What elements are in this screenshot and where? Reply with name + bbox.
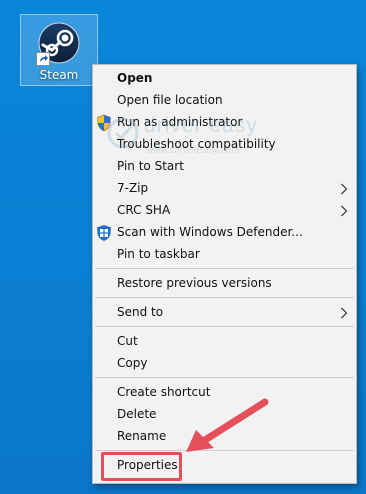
- menu-separator: [95, 377, 354, 378]
- menu-item-pin-to-taskbar[interactable]: Pin to taskbar: [93, 244, 356, 266]
- menu-item-label: Open: [117, 71, 153, 85]
- menu-item-label: 7-Zip: [117, 181, 149, 195]
- menu-item-label: Pin to taskbar: [117, 247, 200, 261]
- properties-highlight-box: [101, 452, 182, 481]
- menu-item-7-zip[interactable]: 7-Zip: [93, 178, 356, 200]
- driver-easy-logo-icon: [107, 117, 139, 149]
- menu-separator: [95, 450, 354, 451]
- menu-item-send-to[interactable]: Send to: [93, 302, 356, 324]
- steam-desktop-icon[interactable]: Steam: [20, 14, 98, 86]
- menu-item-rename[interactable]: Rename: [93, 426, 356, 448]
- menu-item-label: Create shortcut: [117, 385, 211, 399]
- menu-separator: [95, 268, 354, 269]
- menu-item-label: Delete: [117, 407, 157, 421]
- menu-item-copy[interactable]: Copy: [93, 353, 356, 375]
- menu-item-label: Copy: [117, 356, 148, 370]
- menu-item-label: Cut: [117, 334, 138, 348]
- menu-item-open[interactable]: Open: [93, 68, 356, 90]
- menu-separator: [95, 326, 354, 327]
- menu-item-open-file-location[interactable]: Open file location: [93, 90, 356, 112]
- watermark-text: driver easy: [144, 114, 258, 137]
- menu-separator: [95, 297, 354, 298]
- menu-item-cut[interactable]: Cut: [93, 331, 356, 353]
- desktop-icon-label: Steam: [39, 68, 79, 82]
- menu-item-crc-sha[interactable]: CRC SHA: [93, 200, 356, 222]
- menu-item-label: Restore previous versions: [117, 276, 272, 290]
- menu-item-create-shortcut[interactable]: Create shortcut: [93, 382, 356, 404]
- watermark-url: www.DriverEasy.com: [146, 145, 240, 156]
- menu-item-label: Rename: [117, 429, 167, 443]
- watermark: driver easy www.DriverEasy.com: [106, 114, 306, 174]
- chevron-right-icon: [341, 183, 348, 195]
- chevron-right-icon: [341, 205, 348, 217]
- menu-item-label: Open file location: [117, 93, 223, 107]
- menu-item-label: Scan with Windows Defender...: [117, 225, 303, 239]
- menu-item-restore-previous-versions[interactable]: Restore previous versions: [93, 273, 356, 295]
- windows-defender-icon: [97, 225, 111, 241]
- menu-item-label: Send to: [117, 305, 164, 319]
- menu-item-delete[interactable]: Delete: [93, 404, 356, 426]
- menu-item-label: CRC SHA: [117, 203, 171, 217]
- chevron-right-icon: [341, 307, 348, 319]
- shortcut-arrow-icon: [36, 52, 50, 66]
- menu-item-scan-windows-defender[interactable]: Scan with Windows Defender...: [93, 222, 356, 244]
